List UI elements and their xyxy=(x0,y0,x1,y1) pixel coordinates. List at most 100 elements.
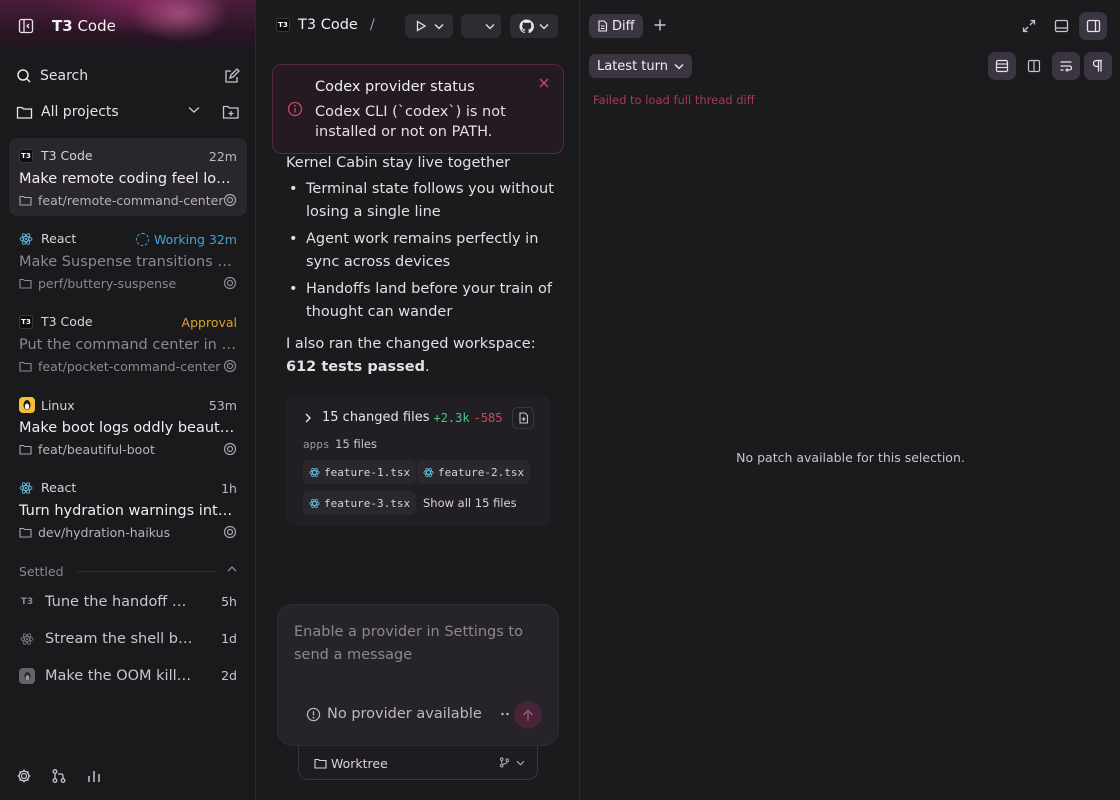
thread-project: T3 T3 Code xyxy=(19,148,93,163)
run-button[interactable] xyxy=(405,14,453,38)
settled-thread[interactable]: Make the OOM killer kinder 2d xyxy=(19,666,237,686)
thread-time: 1h xyxy=(221,481,237,496)
settings-icon[interactable] xyxy=(16,768,32,784)
stacked-view-icon[interactable] xyxy=(988,52,1016,80)
diff-error: Failed to load full thread diff xyxy=(593,93,755,107)
file-chip[interactable]: feature-3.tsx xyxy=(303,491,417,515)
deletions-count: -585 xyxy=(473,410,503,425)
thread-project: Linux xyxy=(19,397,75,413)
projects-selector[interactable]: All projects xyxy=(16,102,240,122)
expand-icon[interactable] xyxy=(1015,12,1043,40)
t3-icon: T3 xyxy=(19,595,35,609)
project-name: T3 Code xyxy=(41,148,93,163)
thread-item[interactable]: Linux 53m Make boot logs oddly beautiful… xyxy=(9,387,247,465)
turn-selector[interactable]: Latest turn xyxy=(589,54,692,78)
thread-project: T3 T3 Code xyxy=(19,314,93,329)
diff-empty-state: No patch available for this selection. xyxy=(736,450,965,465)
close-icon[interactable] xyxy=(539,78,549,88)
spinner-icon xyxy=(135,233,149,246)
openai-icon xyxy=(223,276,237,290)
alert-circle-icon xyxy=(306,707,321,721)
show-all-files-link[interactable]: Show all 15 files xyxy=(423,496,517,510)
tab-label: Diff xyxy=(612,18,635,34)
react-icon xyxy=(309,467,320,477)
thread-item[interactable]: React 1h Turn hydration warnings into ha… xyxy=(9,470,247,548)
file-name: feature-3.tsx xyxy=(324,496,411,510)
worktree-folder-icon xyxy=(19,278,32,289)
linux-icon xyxy=(19,397,35,413)
github-icon xyxy=(519,18,534,33)
more-options-icon[interactable] xyxy=(500,708,510,720)
thread-item[interactable]: React Working 32m Make Suspense transiti… xyxy=(9,221,247,299)
add-tab-icon[interactable] xyxy=(653,18,667,32)
project-title: T3 Code xyxy=(298,17,358,33)
brand-rest: Code xyxy=(72,17,116,35)
changed-files-toggle[interactable]: 15 changed files +2.3k -585 xyxy=(304,410,503,425)
open-in-button[interactable] xyxy=(461,14,501,38)
sidebar: T3 Code Search All projects T3 T3 Code 22… xyxy=(0,0,256,800)
branch-name: feat/pocket-command-center xyxy=(38,359,221,374)
pilcrow-icon[interactable] xyxy=(1084,52,1112,80)
worktree-mode: Worktree xyxy=(314,756,388,771)
settled-time: 2d xyxy=(221,668,237,683)
word-wrap-icon[interactable] xyxy=(1052,52,1080,80)
chevron-down-icon[interactable] xyxy=(188,106,200,114)
thread-item[interactable]: T3 T3 Code 22m Make remote coding feel lo… xyxy=(9,138,247,216)
file-chip[interactable]: feature-1.tsx xyxy=(303,460,417,484)
copy-diff-icon[interactable] xyxy=(512,407,534,429)
info-icon xyxy=(287,101,303,117)
tab-diff[interactable]: Diff xyxy=(589,14,643,38)
period: . xyxy=(424,359,430,375)
send-button[interactable] xyxy=(514,701,542,729)
split-view-icon[interactable] xyxy=(1020,52,1048,80)
react-icon xyxy=(19,232,33,245)
chat-header: T3 T3 Code / xyxy=(256,0,580,52)
arrow-up-icon xyxy=(522,708,534,721)
thread-branch: dev/hydration-haikus xyxy=(19,525,170,540)
chevron-down-icon xyxy=(485,23,495,29)
stats-icon[interactable] xyxy=(86,768,102,784)
settled-thread[interactable]: T3 Tune the handoff handshake 5h xyxy=(19,592,237,612)
message-composer[interactable]: Enable a provider in Settings to send a … xyxy=(277,604,559,746)
thread-item[interactable]: T3 T3 Code Approval Put the command cente… xyxy=(9,304,247,382)
status-label: Working xyxy=(153,232,205,247)
branch-picker[interactable] xyxy=(499,757,525,768)
settled-header[interactable]: Settled xyxy=(19,564,237,579)
worktree-folder-icon xyxy=(19,527,32,538)
changed-files-card: 15 changed files +2.3k -585 apps 15 file… xyxy=(286,396,550,526)
source-control-icon[interactable] xyxy=(51,768,67,784)
panel-bottom-icon[interactable] xyxy=(1047,12,1075,40)
worktree-selector[interactable]: Worktree xyxy=(298,746,538,780)
thread-title: Turn hydration warnings into haikus xyxy=(19,503,237,519)
settled-time: 1d xyxy=(221,631,237,646)
chevron-up-icon[interactable] xyxy=(227,565,237,573)
file-chip[interactable]: feature-2.tsx xyxy=(417,460,531,484)
sidebar-toggle-icon[interactable] xyxy=(18,18,34,34)
worktree-label: Worktree xyxy=(331,756,388,771)
file-name: feature-1.tsx xyxy=(324,465,411,479)
react-icon xyxy=(309,498,320,508)
t3-icon: T3 xyxy=(19,148,33,163)
play-icon xyxy=(416,20,426,32)
settled-title: Make the OOM killer kinder xyxy=(45,668,195,684)
new-thread-icon[interactable] xyxy=(224,68,240,84)
thread-time: 32m xyxy=(208,232,237,247)
app-brand: T3 Code xyxy=(52,17,116,35)
chevron-down-icon xyxy=(539,23,549,29)
thread-title: Make remote coding feel local xyxy=(19,171,237,187)
dir-name: apps xyxy=(303,438,330,451)
diff-panel: Diff Latest turn Failed to load full thr… xyxy=(581,0,1120,800)
project-name: React xyxy=(41,480,77,495)
github-button[interactable] xyxy=(510,14,558,38)
settled-thread[interactable]: Stream the shell buffer 1d xyxy=(19,629,237,649)
openai-icon xyxy=(223,442,237,456)
git-branch-icon xyxy=(500,757,509,768)
provider-selector[interactable]: No provider available xyxy=(306,706,482,722)
add-project-icon[interactable] xyxy=(222,104,240,120)
worktree-folder-icon xyxy=(19,444,32,455)
app-root: T3 Code Search All projects T3 T3 Code 22… xyxy=(0,0,1120,800)
composer-placeholder[interactable]: Enable a provider in Settings to send a … xyxy=(294,621,534,667)
search-button[interactable]: Search xyxy=(16,66,240,86)
panel-right-icon[interactable] xyxy=(1079,12,1107,40)
thread-title: Put the command center in your pocket xyxy=(19,337,237,353)
